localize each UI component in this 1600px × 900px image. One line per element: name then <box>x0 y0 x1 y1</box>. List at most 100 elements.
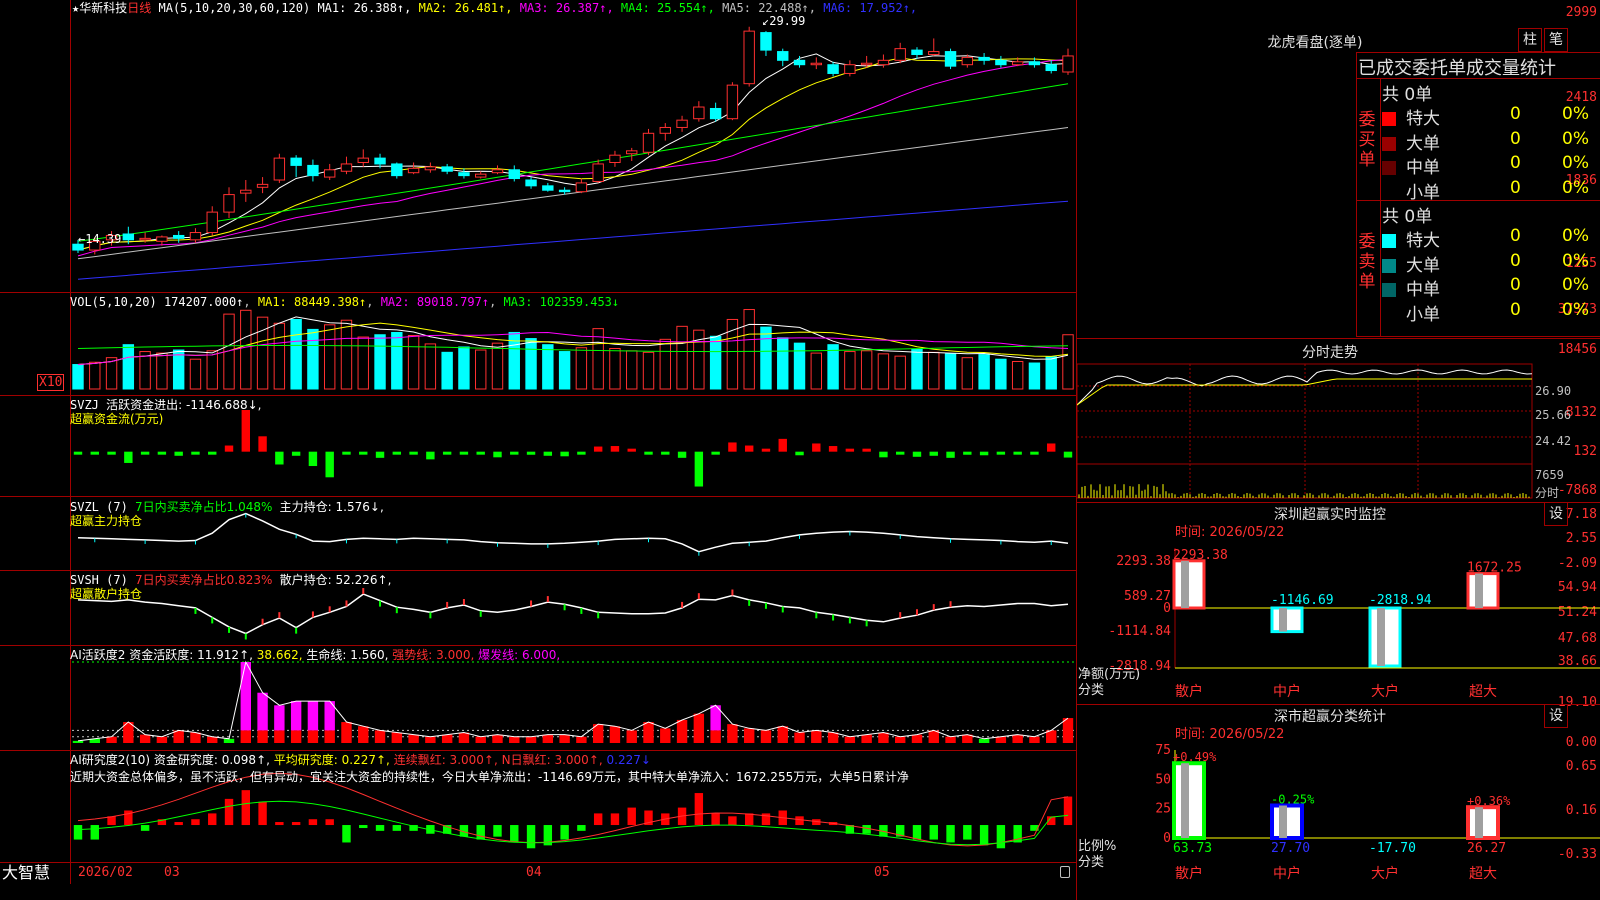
fund-flow-bar <box>1063 451 1073 458</box>
activity-bar <box>1012 734 1023 743</box>
volume-bar <box>240 309 252 390</box>
ma-value-3: MA3: 26.387↑, <box>512 1 614 15</box>
candle <box>726 84 739 120</box>
order-row: 中单 0 0% <box>1382 275 1600 300</box>
kline-ytick: 2418 <box>1565 90 1597 105</box>
ss-ytick: 0 <box>1163 831 1171 846</box>
candle <box>592 163 604 182</box>
tick-mode-button[interactable]: 笔 <box>1544 28 1568 52</box>
activity-bar <box>911 734 923 743</box>
vol-unit-badge[interactable]: X10 <box>37 374 65 391</box>
research-bar <box>342 825 351 843</box>
research-bar <box>476 825 485 840</box>
activity-bar <box>811 730 822 743</box>
ss-bar-chart[interactable]: 75 50 25 0 +0.49% 63.73 散户 -0.25% 27.70 中户 -17.70 大… <box>1077 742 1600 900</box>
sz-bar-label: 2293.38 <box>1173 548 1228 563</box>
ss-time: 时间: 2026/05/22 <box>1175 727 1285 742</box>
fund-flow-bar <box>409 451 418 455</box>
legend-swatch <box>1382 308 1396 322</box>
period-label[interactable]: 日线 <box>127 1 151 15</box>
brand-logo[interactable]: 大智慧 <box>2 864 50 882</box>
candle <box>542 185 554 191</box>
candle <box>877 59 890 66</box>
volume-bar <box>961 357 974 390</box>
order-count: 0 <box>1510 104 1521 124</box>
research-bar <box>711 813 720 826</box>
order-count: 0 <box>1510 250 1521 271</box>
intraday-chart[interactable] <box>1077 360 1600 500</box>
research-bar <box>308 819 318 826</box>
activity-bar <box>777 726 788 743</box>
candle <box>995 59 1007 66</box>
activity-bar <box>274 705 285 731</box>
ss-settings-button[interactable]: 设 <box>1544 704 1568 728</box>
ss-bar-value: 27.70 <box>1271 841 1310 856</box>
candle <box>172 234 185 239</box>
volume-bar <box>1011 360 1024 390</box>
candle <box>458 172 470 177</box>
research-bar <box>258 801 267 826</box>
sz-settings-button[interactable]: 设 <box>1544 502 1568 526</box>
activity-bar <box>257 730 268 743</box>
research-bar <box>593 813 603 826</box>
research-bar <box>107 816 116 826</box>
sz-bar-chart[interactable]: 2293.38589.270-1114.84-2818.942293.38散户-… <box>1077 540 1600 702</box>
fund-flow-bar <box>694 451 704 487</box>
candle <box>424 166 437 171</box>
volume-bar <box>374 334 386 390</box>
order-percent: 0% <box>1562 153 1589 173</box>
candle <box>777 51 789 61</box>
research-bar <box>963 825 972 840</box>
fund-flow-bar <box>140 451 150 455</box>
order-row: 大单 0 0% <box>1382 129 1600 154</box>
volume-bar <box>139 351 151 390</box>
sz-bar-shade <box>1279 608 1287 632</box>
ss-stat-title: 深市超赢分类统计 <box>1274 709 1386 725</box>
candle <box>508 169 520 180</box>
fund-flow-bar <box>946 451 955 458</box>
volume-bar <box>475 349 487 390</box>
volume-bar <box>777 337 789 390</box>
ss-category: 散户 <box>1175 865 1203 882</box>
volume-bar <box>256 316 269 390</box>
date-label: 04 <box>526 865 542 880</box>
activity-bar <box>760 730 772 743</box>
activity-bar <box>861 734 872 743</box>
candle <box>122 233 135 241</box>
candle <box>240 189 252 194</box>
fund-flow-bar <box>644 451 653 455</box>
research-bar <box>577 825 586 831</box>
legend-swatch <box>1382 258 1396 273</box>
order-count: 0 <box>1510 153 1521 173</box>
ma-line-6 <box>77 200 1069 280</box>
volume-bar <box>642 351 655 390</box>
activity-bar <box>710 730 721 743</box>
bar-mode-button[interactable]: 柱 <box>1518 28 1542 52</box>
research-bar <box>325 819 334 826</box>
lock-icon[interactable] <box>1060 866 1070 878</box>
candle <box>928 51 940 55</box>
stock-name[interactable]: 华新科技 <box>79 1 127 15</box>
order-type: 特大 <box>1406 231 1440 251</box>
candle <box>676 119 688 128</box>
fund-flow-bar <box>577 451 586 455</box>
volume-bar <box>743 309 755 390</box>
ma-line-5 <box>77 127 1069 260</box>
candle <box>391 163 403 177</box>
volume-bar <box>340 319 353 390</box>
activity-bar <box>173 730 184 743</box>
fund-flow-bar <box>929 451 938 456</box>
order-type: 小单 <box>1406 182 1440 203</box>
buy-side-label: 委买单 <box>1358 110 1376 170</box>
activity-bar <box>391 732 403 743</box>
legend-swatch <box>1382 234 1396 248</box>
date-label: 05 <box>874 865 890 880</box>
legend-swatch <box>1382 112 1396 126</box>
fund-flow-bar <box>996 451 1006 455</box>
activity-bar <box>257 692 268 731</box>
candle <box>1045 64 1057 72</box>
fund-flow-bar <box>661 451 670 455</box>
fund-flow-bar <box>795 451 804 456</box>
candle <box>911 49 923 55</box>
volume-bar <box>877 353 890 390</box>
